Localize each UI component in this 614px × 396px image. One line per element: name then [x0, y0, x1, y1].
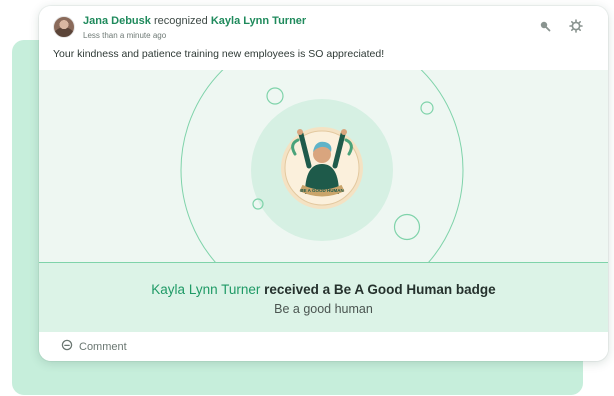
svg-text:BE A GOOD HUMAN: BE A GOOD HUMAN	[300, 188, 343, 193]
post-footer: Comment	[39, 332, 608, 361]
decor-bubble	[420, 101, 434, 115]
gear-icon[interactable]	[567, 17, 585, 35]
badge-hero: BE A GOOD HUMAN	[39, 70, 608, 262]
pin-icon[interactable]	[536, 17, 554, 35]
author-avatar[interactable]	[53, 16, 75, 38]
badge-headline: Kayla Lynn Turner received a Be A Good H…	[39, 282, 608, 297]
comment-icon	[61, 338, 73, 356]
comment-label: Comment	[79, 341, 127, 353]
good-human-badge-icon: BE A GOOD HUMAN	[281, 127, 363, 209]
recognition-post-card: Jana Debusk recognized Kayla Lynn Turner…	[39, 6, 608, 361]
badge-received-text: received a Be A Good Human badge	[264, 282, 496, 297]
badge-description: Be a good human	[274, 302, 373, 316]
post-header: Jana Debusk recognized Kayla Lynn Turner…	[39, 6, 608, 70]
post-timestamp: Less than a minute ago	[83, 31, 167, 40]
badge-band: Kayla Lynn Turner received a Be A Good H…	[39, 262, 608, 332]
post-headline: Jana Debusk recognized Kayla Lynn Turner	[83, 15, 306, 27]
badge-recipient-name[interactable]: Kayla Lynn Turner	[151, 282, 260, 297]
action-text: recognized	[153, 15, 208, 27]
recipient-name[interactable]: Kayla Lynn Turner	[211, 15, 306, 27]
author-name[interactable]: Jana Debusk	[83, 15, 151, 27]
post-message: Your kindness and patience training new …	[53, 48, 385, 60]
decor-bubble	[393, 213, 421, 241]
decor-bubble	[266, 87, 284, 105]
comment-button[interactable]: Comment	[61, 338, 127, 356]
band-divider	[39, 262, 608, 263]
